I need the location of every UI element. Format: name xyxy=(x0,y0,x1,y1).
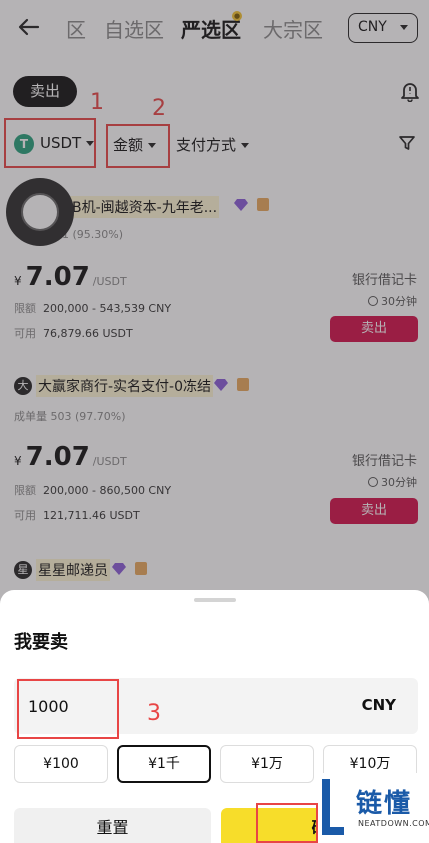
tab-badge-icon: ● xyxy=(232,11,242,21)
payment-method: 银行借记卡 xyxy=(351,454,417,469)
annotation-number-2: 2 xyxy=(152,96,166,121)
listing-item: 星 星星邮递员 xyxy=(0,556,429,586)
clock-icon xyxy=(368,477,378,487)
listing-price: ¥7.07/USDT xyxy=(14,262,127,292)
available-label: 可用 xyxy=(14,509,36,522)
payment-time: 30分钟 xyxy=(368,474,417,490)
watermark-subtext: NEATDOWN.COM xyxy=(358,819,429,828)
available-value: 76,879.66 USDT xyxy=(43,327,133,340)
tab-custom-zone[interactable]: 自选区 xyxy=(104,14,164,43)
amount-currency: CNY xyxy=(361,696,396,714)
payment-time-value: 30分钟 xyxy=(381,295,417,308)
merchant-stats: 成单量 503 (97.70%) xyxy=(14,408,126,424)
listing-price: ¥7.07/USDT xyxy=(14,442,127,472)
tab-zone[interactable]: 区 xyxy=(66,14,86,43)
yen-symbol: ¥ xyxy=(14,274,22,288)
sell-mode-pill[interactable]: 卖出 xyxy=(13,76,77,107)
sheet-title: 我要卖 xyxy=(14,632,68,653)
quick-amount-1k[interactable]: ¥1千 xyxy=(117,745,211,783)
annotation-box-1 xyxy=(4,118,96,168)
limit-label: 限额 xyxy=(14,484,36,497)
reset-button[interactable]: 重置 xyxy=(14,808,211,843)
diamond-icon xyxy=(214,379,228,391)
quick-amount-10k[interactable]: ¥1万 xyxy=(220,745,314,783)
merchant-name[interactable]: 大赢家商行-实名支付-0冻结 xyxy=(36,375,214,397)
diamond-icon xyxy=(112,563,126,575)
currency-label: CNY xyxy=(358,19,387,35)
stats-label: 成单量 xyxy=(14,410,47,423)
annotation-box-3 xyxy=(17,679,119,739)
quick-amount-100[interactable]: ¥100 xyxy=(14,745,108,783)
merchant-name[interactable]: B机-闽越资本-九年老... xyxy=(70,196,220,218)
available-row: 可用 76,879.66 USDT xyxy=(14,325,133,341)
watermark: 链懂 NEATDOWN.COM xyxy=(318,773,429,843)
stats-value: 503 (97.70%) xyxy=(50,410,126,423)
sell-button[interactable]: 卖出 xyxy=(330,498,418,524)
diamond-icon xyxy=(234,199,248,211)
shield-badge-icon xyxy=(135,562,147,575)
avatar: 星 xyxy=(14,561,32,579)
chevron-down-icon xyxy=(241,143,250,148)
limit-label: 限额 xyxy=(14,302,36,315)
payment-time-value: 30分钟 xyxy=(381,476,417,489)
avatar: 大 xyxy=(14,377,32,395)
back-arrow-icon[interactable] xyxy=(16,14,42,40)
payment-time: 30分钟 xyxy=(368,293,417,309)
top-nav: 区 自选区 严选区 ● 大宗区 CNY xyxy=(0,0,429,56)
tab-bulk-zone[interactable]: 大宗区 xyxy=(263,14,323,43)
filter-funnel-icon[interactable] xyxy=(398,134,416,152)
price-value: 7.07 xyxy=(25,262,90,292)
listing-item: 大 大赢家商行-实名支付-0冻结 成单量 503 (97.70%) ¥7.07/… xyxy=(0,370,429,540)
merchant-name[interactable]: 星星邮递员 xyxy=(36,559,110,581)
available-value: 121,711.46 USDT xyxy=(43,509,140,522)
available-label: 可用 xyxy=(14,327,36,340)
sell-button[interactable]: 卖出 xyxy=(330,316,418,342)
annotation-box-4 xyxy=(256,803,318,843)
limit-value: 200,000 - 860,500 CNY xyxy=(43,484,172,497)
limit-value: 200,000 - 543,539 CNY xyxy=(43,302,172,315)
clock-icon xyxy=(368,296,378,306)
watermark-logo-icon xyxy=(322,779,344,835)
price-unit: /USDT xyxy=(92,455,127,468)
notification-bell-icon[interactable] xyxy=(399,80,421,102)
merchant-stats: 1 (95.30%) xyxy=(62,228,124,241)
floating-button-dot-icon xyxy=(21,193,59,231)
floating-assistive-button[interactable] xyxy=(6,178,74,246)
price-unit: /USDT xyxy=(92,275,127,288)
price-value: 7.07 xyxy=(25,442,90,472)
payment-filter[interactable]: 支付方式 xyxy=(176,134,250,155)
available-row: 可用 121,711.46 USDT xyxy=(14,507,140,523)
annotation-number-1: 1 xyxy=(90,90,104,115)
payment-filter-label: 支付方式 xyxy=(176,136,237,154)
chevron-down-icon xyxy=(400,25,408,30)
limit-row: 限额 200,000 - 860,500 CNY xyxy=(14,482,171,498)
sheet-grabber[interactable] xyxy=(194,598,236,602)
limit-row: 限额 200,000 - 543,539 CNY xyxy=(14,300,171,316)
shield-badge-icon xyxy=(237,378,249,391)
shield-badge-icon xyxy=(257,198,269,211)
watermark-text: 链懂 xyxy=(356,789,413,819)
yen-symbol: ¥ xyxy=(14,454,22,468)
annotation-box-2 xyxy=(106,124,170,168)
payment-method: 银行借记卡 xyxy=(351,273,417,288)
annotation-number-3: 3 xyxy=(147,701,161,726)
p2p-trade-screen: 区 自选区 严选区 ● 大宗区 CNY 卖出 T USDT 金额 支付方式 B机… xyxy=(0,0,429,843)
currency-selector[interactable]: CNY xyxy=(348,13,418,43)
